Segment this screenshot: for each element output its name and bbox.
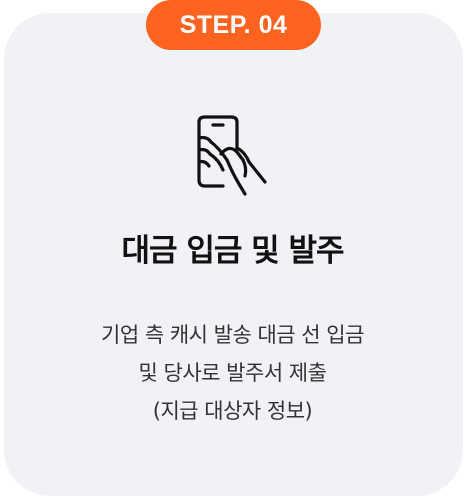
step-description: 기업 측 캐시 발송 대금 선 입금 및 당사로 발주서 제출 (지급 대상자 …: [0, 316, 465, 430]
step-badge: STEP. 04: [146, 0, 321, 50]
hand-holding-phone-icon: [193, 114, 271, 196]
description-line: 기업 측 캐시 발송 대금 선 입금: [101, 323, 364, 347]
description-line: (지급 대상자 정보): [152, 399, 313, 423]
description-line: 및 당사로 발주서 제출: [138, 361, 327, 385]
step-title: 대금 입금 및 발주: [121, 233, 344, 269]
